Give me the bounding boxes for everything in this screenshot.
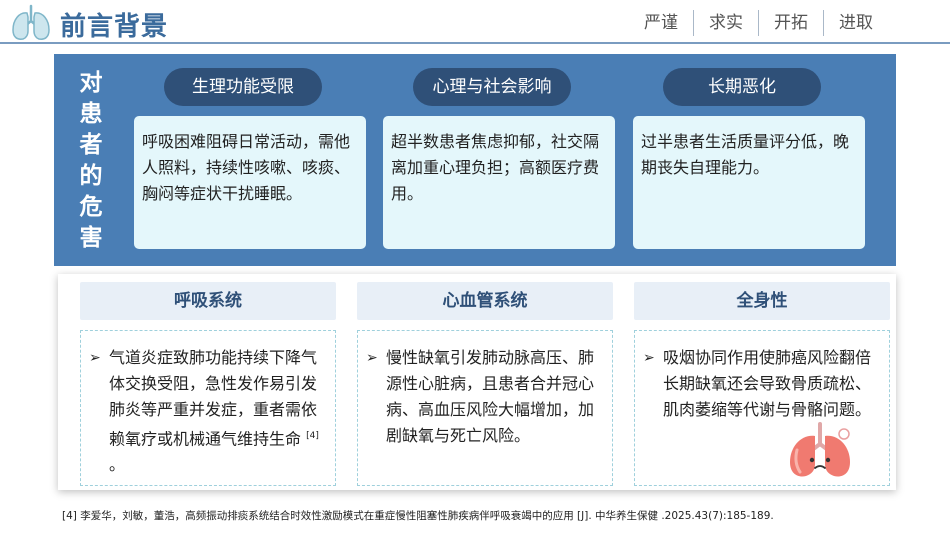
harm-text: 呼吸困难阻碍日常活动，需他人照料，持续性咳嗽、咳痰、胸闷等症状干扰睡眠。 [134,116,366,249]
system-column-cardio: 心血管系统 ➢ 慢性缺氧引发肺动脉高压、肺源性心脏病，且患者合并冠心病、高血压风… [357,282,613,486]
system-label: 呼吸系统 [80,282,336,320]
harm-text: 过半患者生活质量评分低，晚期丧失自理能力。 [633,116,865,249]
sad-lungs-icon [790,422,850,477]
harm-label: 长期恶化 [663,68,821,106]
system-label: 全身性 [634,282,890,320]
systems-panel: 呼吸系统 ➢ 气道炎症致肺功能持续下降气体交换受阻，急性发作易引发肺炎等严重并发… [58,274,896,490]
header-divider [0,42,950,44]
header-nav: 严谨 求实 开拓 进取 [629,10,888,36]
harm-panel: 对患者的危害 生理功能受限 呼吸困难阻碍日常活动，需他人照料，持续性咳嗽、咳痰、… [54,54,896,266]
harm-column-physical: 生理功能受限 呼吸困难阻碍日常活动，需他人照料，持续性咳嗽、咳痰、胸闷等症状干扰… [134,68,366,249]
lungs-logo-icon [12,4,50,40]
citation-mark: [4] [306,431,319,441]
nav-item-2[interactable]: 求实 [693,10,758,36]
page-title: 前言背景 [60,12,169,42]
system-text-box: ➢ 气道炎症致肺功能持续下降气体交换受阻，急性发作易引发肺炎等严重并发症，重者需… [80,330,336,486]
nav-item-1[interactable]: 严谨 [629,10,693,36]
system-label: 心血管系统 [357,282,613,320]
harm-column-psychosocial: 心理与社会影响 超半数患者焦虑抑郁，社交隔离加重心理负担；高额医疗费用。 [383,68,615,249]
reference-footnote: [4] 李爱华，刘敏，董浩，高频振动排痰系统结合时效性激励模式在重症慢性阻塞性肺… [62,510,774,522]
harm-label: 心理与社会影响 [413,68,571,106]
system-column-respiratory: 呼吸系统 ➢ 气道炎症致肺功能持续下降气体交换受阻，急性发作易引发肺炎等严重并发… [80,282,336,486]
system-text-end: 。 [109,455,126,475]
harm-label: 生理功能受限 [164,68,322,106]
arrow-bullet-icon: ➢ [89,350,101,366]
header: 前言背景 严谨 求实 开拓 进取 [0,0,950,44]
nav-item-4[interactable]: 进取 [823,10,888,36]
harm-text: 超半数患者焦虑抑郁，社交隔离加重心理负担；高额医疗费用。 [383,116,615,249]
system-text: 吸烟协同作用使肺癌风险翻倍长期缺氧还会导致骨质疏松、肌肉萎缩等代谢与骨骼问题。 [663,348,872,419]
system-text-box: ➢ 慢性缺氧引发肺动脉高压、肺源性心脏病，且患者合并冠心病、高血压风险大幅增加，… [357,330,613,486]
harm-column-longterm: 长期恶化 过半患者生活质量评分低，晚期丧失自理能力。 [633,68,865,249]
harm-vertical-title: 对患者的危害 [79,70,103,251]
arrow-bullet-icon: ➢ [643,350,655,366]
arrow-bullet-icon: ➢ [366,350,378,366]
system-text: 慢性缺氧引发肺动脉高压、肺源性心脏病，且患者合并冠心病、高血压风险大幅增加，加剧… [386,348,595,445]
nav-item-3[interactable]: 开拓 [758,10,823,36]
system-text: 气道炎症致肺功能持续下降气体交换受阻，急性发作易引发肺炎等严重并发症，重者需依赖… [109,348,318,449]
